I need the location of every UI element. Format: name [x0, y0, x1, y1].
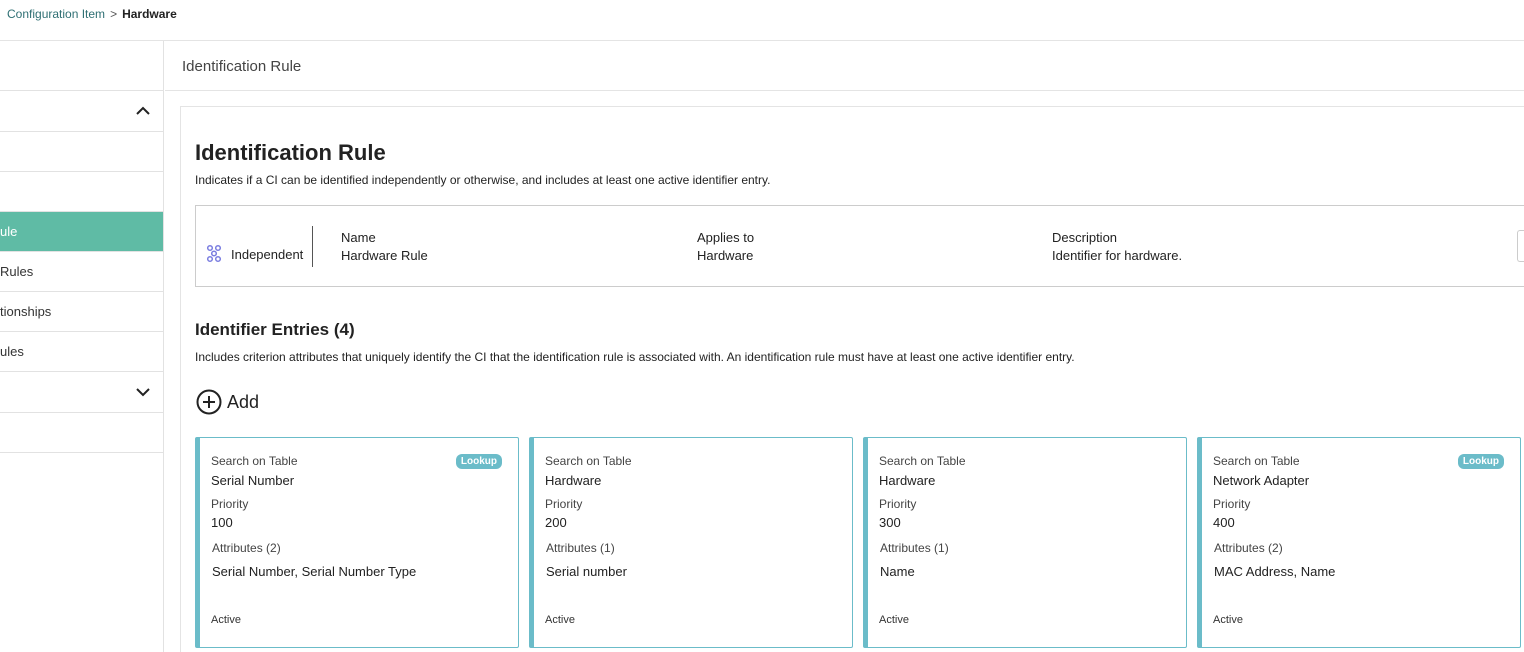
card-priority-value: 400 [1213, 515, 1235, 530]
card-table-value: Hardware [545, 473, 602, 488]
sidebar-group-collapse[interactable] [0, 91, 163, 132]
chevron-up-icon[interactable] [135, 103, 151, 119]
breadcrumb: Configuration Item > Hardware [0, 0, 1524, 41]
card-priority-label: Priority [545, 497, 583, 511]
independent-indicator: Independent [206, 234, 303, 274]
breadcrumb-separator: > [110, 7, 118, 21]
card-priority-label: Priority [211, 497, 249, 511]
card-table-value: Hardware [879, 473, 936, 488]
rule-name-label: Name [341, 230, 376, 245]
page-title: Identification Rule [195, 140, 386, 165]
independent-icon [206, 244, 222, 263]
sidebar-item-relationships[interactable]: tionships [0, 292, 163, 332]
card-table-label: Search on Table [545, 454, 632, 468]
add-entry-button[interactable]: Add [196, 389, 259, 415]
entries-title: Identifier Entries (4) [195, 320, 355, 339]
card-attributes-value: Serial number [546, 564, 627, 579]
card-status: Active [545, 614, 575, 626]
lookup-badge: Lookup [1457, 454, 1504, 469]
independent-label: Independent [231, 246, 304, 262]
lookup-badge: Lookup [455, 454, 502, 469]
identifier-card[interactable]: Lookup Search on Table Network Adapter P… [1197, 437, 1521, 648]
card-priority-value: 300 [879, 515, 901, 530]
page-subtitle: Indicates if a CI can be identified inde… [195, 173, 771, 187]
card-table-value: Serial Number [211, 473, 295, 488]
breadcrumb-link-configuration-item[interactable]: Configuration Item [7, 7, 105, 21]
card-table-label: Search on Table [211, 454, 298, 468]
card-table-value: Network Adapter [1213, 473, 1310, 488]
card-priority-value: 200 [545, 515, 567, 530]
card-attributes-label: Attributes (2) [1214, 541, 1283, 555]
card-priority-value: 100 [211, 515, 233, 530]
card-priority-label: Priority [1213, 497, 1251, 511]
identifier-card[interactable]: Search on Table Hardware Priority 200 At… [529, 437, 853, 648]
applies-to-field: Applies to Hardware [697, 229, 754, 265]
sidebar-item-last[interactable] [0, 413, 163, 453]
edit-button[interactable] [1517, 230, 1524, 262]
rule-name-field: Name Hardware Rule [341, 229, 428, 265]
card-status: Active [211, 614, 241, 626]
card-table-label: Search on Table [1213, 454, 1300, 468]
description-label: Description [1052, 230, 1118, 245]
sidebar-item-2[interactable] [0, 172, 163, 212]
card-attributes-value: MAC Address, Name [1214, 564, 1336, 579]
description-value: Identifier for hardware. [1052, 248, 1183, 263]
card-status: Active [879, 614, 909, 626]
chevron-down-icon[interactable] [135, 384, 151, 400]
identifier-card[interactable]: Lookup Search on Table Serial Number Pri… [195, 437, 519, 648]
applies-to-value: Hardware [697, 248, 754, 263]
sidebar-item-ules[interactable]: ules [0, 332, 163, 372]
identifier-card[interactable]: Search on Table Hardware Priority 300 At… [863, 437, 1187, 648]
rule-name-value: Hardware Rule [341, 248, 428, 263]
breadcrumb-current: Hardware [122, 7, 177, 21]
card-attributes-label: Attributes (1) [880, 541, 949, 555]
entries-subtitle: Includes criterion attributes that uniqu… [195, 350, 1075, 364]
add-label: Add [227, 391, 260, 412]
card-table-label: Search on Table [879, 454, 966, 468]
card-attributes-value: Serial Number, Serial Number Type [212, 564, 417, 579]
section-header: Identification Rule [165, 41, 1524, 91]
sidebar-item-identification-rule[interactable]: ule [0, 212, 163, 252]
rule-summary: Independent Name Hardware Rule Applies t… [195, 205, 1524, 287]
card-attributes-label: Attributes (1) [546, 541, 615, 555]
applies-to-label: Applies to [697, 230, 755, 245]
plus-circle-icon [196, 389, 222, 415]
sidebar-group-expand[interactable] [0, 372, 163, 413]
card-priority-label: Priority [879, 497, 917, 511]
description-field: Description Identifier for hardware. [1052, 229, 1182, 265]
sidebar-item-1[interactable] [0, 132, 163, 172]
card-attributes-label: Attributes (2) [212, 541, 281, 555]
card-status: Active [1213, 614, 1243, 626]
divider [312, 226, 313, 267]
sidebar-top [0, 41, 163, 91]
card-attributes-value: Name [880, 564, 915, 579]
sidebar: ule Rules tionships ules [0, 41, 164, 652]
sidebar-item-rules[interactable]: Rules [0, 252, 163, 292]
